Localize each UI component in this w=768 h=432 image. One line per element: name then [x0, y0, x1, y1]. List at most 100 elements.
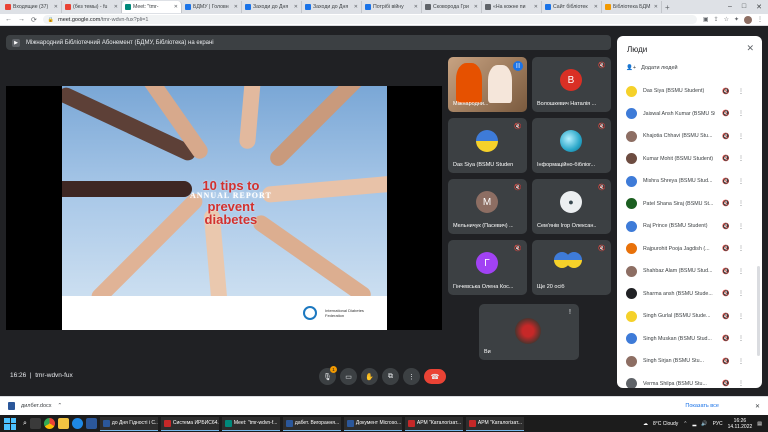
browser-menu-icon[interactable]: ⋮	[757, 16, 763, 23]
tab-close-icon[interactable]: ✕	[594, 4, 598, 10]
profile-avatar[interactable]	[744, 15, 752, 24]
reload-icon[interactable]: ⟳	[31, 16, 37, 24]
more-options-icon[interactable]: ⋮	[737, 155, 745, 162]
more-options-icon[interactable]: ⋮	[737, 313, 745, 320]
clock[interactable]: 16:26 14.11.2022	[728, 418, 753, 430]
tab-close-icon[interactable]: ✕	[534, 4, 538, 10]
minimize-icon[interactable]: –	[728, 3, 732, 11]
language-indicator[interactable]: РУС	[713, 421, 723, 427]
search-icon[interactable]: ⌕	[23, 420, 27, 428]
browser-tab[interactable]: Сайт бібліотек ✕	[542, 1, 602, 13]
self-more-icon[interactable]: !	[566, 309, 574, 317]
tab-close-icon[interactable]: ✕	[354, 4, 358, 10]
more-options-icon[interactable]: ⋮	[737, 335, 745, 342]
extensions-icon[interactable]: ✦	[734, 16, 739, 23]
browser-tab[interactable]: Заходи до Дня ✕	[302, 1, 362, 13]
browser-tab[interactable]: БДМУ | Головн ✕	[182, 1, 242, 13]
participant-row[interactable]: Mishra Shreya (BSMU Stud... 🔇 ⋮	[617, 170, 762, 193]
share-icon[interactable]: ⇪	[714, 16, 719, 23]
tab-close-icon[interactable]: ✕	[234, 4, 238, 10]
camera-icon[interactable]: ▣	[703, 16, 709, 23]
raise-hand-button[interactable]: ✋	[361, 368, 378, 385]
participant-tile[interactable]: ● 🔇 Сем'янів Ігор Олексан...	[532, 179, 611, 234]
participant-row[interactable]: Verma Shilpa (BSMU Stu... 🔇 ⋮	[617, 373, 762, 388]
participant-row[interactable]: Das Siya (BSMU Student) 🔇 ⋮	[617, 80, 762, 103]
word-icon[interactable]	[85, 418, 97, 429]
task-view-icon[interactable]	[29, 418, 41, 429]
leave-call-button[interactable]: ☎	[424, 369, 446, 384]
participant-tile[interactable]: В 🔇 Волошкевич Наталія ...	[532, 57, 611, 112]
browser-tab[interactable]: Заходи до Дня ✕	[242, 1, 302, 13]
more-options-icon[interactable]: ⋮	[737, 88, 745, 95]
more-options-icon[interactable]: ⋮	[737, 178, 745, 185]
browser-tab[interactable]: (без темы) - fu ✕	[62, 1, 122, 13]
forward-icon[interactable]: →	[18, 16, 25, 23]
participant-tile[interactable]: 🔇 Das Siya (BSMU Student)	[448, 118, 527, 173]
mic-off-icon[interactable]: 🔇	[721, 88, 731, 95]
browser-tab[interactable]: Потрібі війну ✕	[362, 1, 422, 13]
chrome-icon[interactable]	[43, 418, 55, 429]
download-file-name[interactable]: дилбет.docx	[21, 403, 52, 409]
edge-icon[interactable]	[71, 418, 83, 429]
camera-button[interactable]: ▭	[340, 368, 357, 385]
more-options-icon[interactable]: ⋮	[737, 245, 745, 252]
participant-row[interactable]: Singh Sirjan (BSMU Stu... 🔇 ⋮	[617, 350, 762, 373]
close-downloads-icon[interactable]: ✕	[755, 403, 768, 410]
participant-row[interactable]: Jaiswal Ansh Kumar (BSMU St... 🔇 ⋮	[617, 103, 762, 126]
tab-close-icon[interactable]: ✕	[174, 4, 178, 10]
tab-close-icon[interactable]: ✕	[294, 4, 298, 10]
mic-off-icon[interactable]: 🔇	[721, 155, 731, 162]
back-icon[interactable]: ←	[5, 16, 12, 23]
notifications-icon[interactable]: ▤	[757, 421, 762, 427]
show-all-downloads-link[interactable]: Показать все	[685, 403, 749, 409]
mic-off-icon[interactable]: 🔇	[721, 335, 731, 342]
mic-off-icon[interactable]: 🔇	[721, 313, 731, 320]
participant-row[interactable]: Singh Gurlal (BSMU Stude... 🔇 ⋮	[617, 305, 762, 328]
file-explorer-icon[interactable]	[57, 418, 69, 429]
maximize-icon[interactable]: □	[742, 3, 746, 11]
taskbar-app[interactable]: АРМ "Каталогізат...	[465, 416, 524, 431]
browser-tab[interactable]: Входящие (37) ✕	[2, 1, 62, 13]
browser-tab[interactable]: Meet: "tmr- ✕	[122, 1, 182, 13]
participant-row[interactable]: Shahbaz Alam (BSMU Stud... 🔇 ⋮	[617, 260, 762, 283]
mic-off-icon[interactable]: 🔇	[721, 110, 731, 117]
tab-close-icon[interactable]: ✕	[54, 4, 58, 10]
browser-tab[interactable]: Сковорода Гри ✕	[422, 1, 482, 13]
participant-row[interactable]: Singh Muskan (BSMU Stud... 🔇 ⋮	[617, 328, 762, 351]
more-options-icon[interactable]: ⋮	[737, 268, 745, 275]
participant-row[interactable]: Sharma ansh (BSMU Stude... 🔇 ⋮	[617, 283, 762, 306]
new-tab-button[interactable]: +	[665, 3, 670, 12]
mic-off-icon[interactable]: 🔇	[721, 358, 731, 365]
more-options-icon[interactable]: ⋮	[737, 380, 745, 387]
participant-row[interactable]: Kumar Mohit (BSMU Student) 🔇 ⋮	[617, 148, 762, 171]
participant-row[interactable]: Patel Shana Siraj (BSMU St... 🔇 ⋮	[617, 193, 762, 216]
browser-tab[interactable]: «На кожне пи ✕	[482, 1, 542, 13]
participant-tile[interactable]: 🔇 Ще 20 осіб	[532, 240, 611, 295]
mic-off-icon[interactable]: 🔇	[721, 133, 731, 140]
present-button[interactable]: ⧉	[382, 368, 399, 385]
mic-off-icon[interactable]: 🔇	[721, 268, 731, 275]
taskbar-app[interactable]: Документ Microso...	[343, 416, 402, 431]
url-field[interactable]: 🔒 meet.google.com/tmr-wdvn-fux?pli=1	[42, 15, 697, 24]
mic-off-icon[interactable]: 🔇	[721, 290, 731, 297]
mic-off-icon[interactable]: 🔇	[721, 200, 731, 207]
tab-close-icon[interactable]: ✕	[114, 4, 118, 10]
taskbar-app[interactable]: Meet: "tmr-wdvn-f...	[221, 416, 280, 431]
taskbar-app[interactable]: Система ИРБИС64...	[160, 416, 219, 431]
taskbar-app[interactable]: до Дня Гідності і С...	[99, 416, 158, 431]
participant-tile[interactable]: ||| Міжнародни...	[448, 57, 527, 112]
self-view-tile[interactable]: ! Ви	[479, 304, 579, 360]
close-window-icon[interactable]: ✕	[756, 3, 762, 11]
tab-close-icon[interactable]: ✕	[474, 4, 478, 10]
more-options-icon[interactable]: ⋮	[737, 358, 745, 365]
bookmark-star-icon[interactable]: ☆	[724, 16, 729, 23]
participant-tile[interactable]: Г 🔇 Гінчевська Олена Кос...	[448, 240, 527, 295]
more-options-icon[interactable]: ⋮	[737, 290, 745, 297]
participant-tile[interactable]: 🔇 Інформаційно-бібліог...	[532, 118, 611, 173]
taskbar-app[interactable]: АРМ "Каталогізат...	[404, 416, 463, 431]
mic-off-icon[interactable]: 🔇	[721, 223, 731, 230]
taskbar-app[interactable]: дабет. Вигорання...	[282, 416, 341, 431]
microphone-button[interactable]: 🎙 1	[319, 366, 337, 385]
tab-close-icon[interactable]: ✕	[654, 4, 658, 10]
more-options-icon[interactable]: ⋮	[737, 110, 745, 117]
